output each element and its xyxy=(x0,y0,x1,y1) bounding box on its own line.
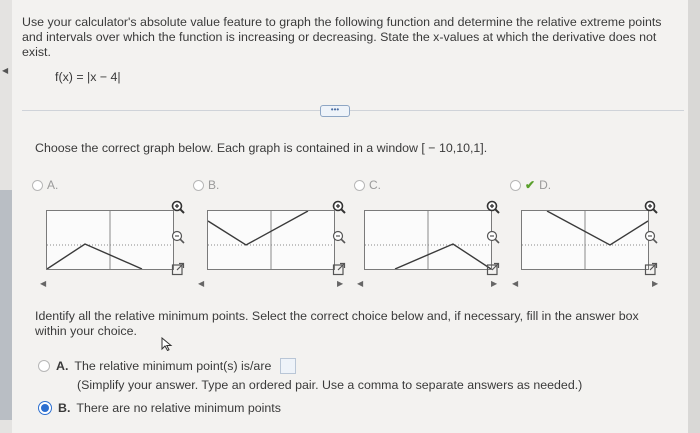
left-strip: ◀ xyxy=(0,0,12,433)
more-button[interactable]: ••• xyxy=(320,105,350,117)
choice-d-label: D. xyxy=(539,178,552,192)
option-a-note: (Simplify your answer. Type an ordered p… xyxy=(77,378,583,392)
popout-icon[interactable] xyxy=(485,261,501,277)
zoom-in-icon[interactable] xyxy=(331,199,347,215)
option-b-letter: B. xyxy=(58,401,71,415)
divider xyxy=(22,110,684,111)
radio-option-b[interactable] xyxy=(38,401,52,415)
popout-icon[interactable] xyxy=(170,261,186,277)
choice-d[interactable]: ✔ D. xyxy=(510,178,551,192)
scroll-left-icon[interactable]: ◀ xyxy=(40,279,46,289)
zoom-in-icon[interactable] xyxy=(485,199,501,215)
popout-icon[interactable] xyxy=(643,261,659,277)
radio-option-a[interactable] xyxy=(38,360,50,372)
choice-a[interactable]: A. xyxy=(32,178,58,192)
radio-d[interactable] xyxy=(510,179,521,191)
choice-b[interactable]: B. xyxy=(193,178,219,192)
option-a-text: The relative minimum point(s) is/are xyxy=(74,359,272,373)
radio-a[interactable] xyxy=(32,179,43,191)
scroll-right-icon[interactable]: ▶ xyxy=(337,279,343,289)
zoom-in-icon[interactable] xyxy=(643,199,659,215)
zoom-out-icon[interactable] xyxy=(485,229,501,245)
correct-check-icon: ✔ xyxy=(525,178,536,192)
scroll-left-icon[interactable]: ◀ xyxy=(512,279,518,289)
option-b-text: There are no relative minimum points xyxy=(76,401,281,415)
side-scrollbar[interactable] xyxy=(0,190,12,420)
zoom-out-icon[interactable] xyxy=(331,229,347,245)
question-text: Use your calculator's absolute value fea… xyxy=(22,15,662,59)
graph-b[interactable] xyxy=(207,210,335,270)
graph-a[interactable] xyxy=(46,210,174,270)
graph-prompt: Choose the correct graph below. Each gra… xyxy=(35,141,488,155)
scroll-left-icon[interactable]: ◀ xyxy=(357,279,363,289)
collapse-arrow-icon[interactable]: ◀ xyxy=(2,66,8,75)
option-a-letter: A. xyxy=(56,359,69,373)
zoom-out-icon[interactable] xyxy=(170,229,186,245)
zoom-in-icon[interactable] xyxy=(170,199,186,215)
choice-b-label: B. xyxy=(208,178,220,192)
graph-c-line xyxy=(394,243,491,269)
scroll-right-icon[interactable]: ▶ xyxy=(491,279,497,289)
part2-prompt: Identify all the relative minimum points… xyxy=(35,309,639,338)
popout-icon[interactable] xyxy=(331,261,347,277)
option-a[interactable]: A. The relative minimum point(s) is/are xyxy=(38,358,297,374)
choice-c-label: C. xyxy=(369,178,381,192)
choice-c[interactable]: C. xyxy=(354,178,381,192)
graph-d[interactable] xyxy=(521,210,649,270)
scroll-left-icon[interactable]: ◀ xyxy=(198,279,204,289)
choice-a-label: A. xyxy=(47,178,59,192)
graph-c[interactable] xyxy=(364,210,492,270)
answer-input[interactable] xyxy=(280,358,297,374)
scroll-right-icon[interactable]: ▶ xyxy=(652,279,658,289)
graph-a-line xyxy=(47,243,143,269)
graph-d-line xyxy=(546,211,648,246)
graph-b-line xyxy=(208,211,309,246)
option-b[interactable]: B. There are no relative minimum points xyxy=(38,401,281,415)
function-expression: f(x) = |x − 4| xyxy=(55,70,121,84)
radio-c[interactable] xyxy=(354,179,365,191)
mouse-cursor-icon xyxy=(161,336,173,356)
radio-b[interactable] xyxy=(193,179,204,191)
zoom-out-icon[interactable] xyxy=(643,229,659,245)
